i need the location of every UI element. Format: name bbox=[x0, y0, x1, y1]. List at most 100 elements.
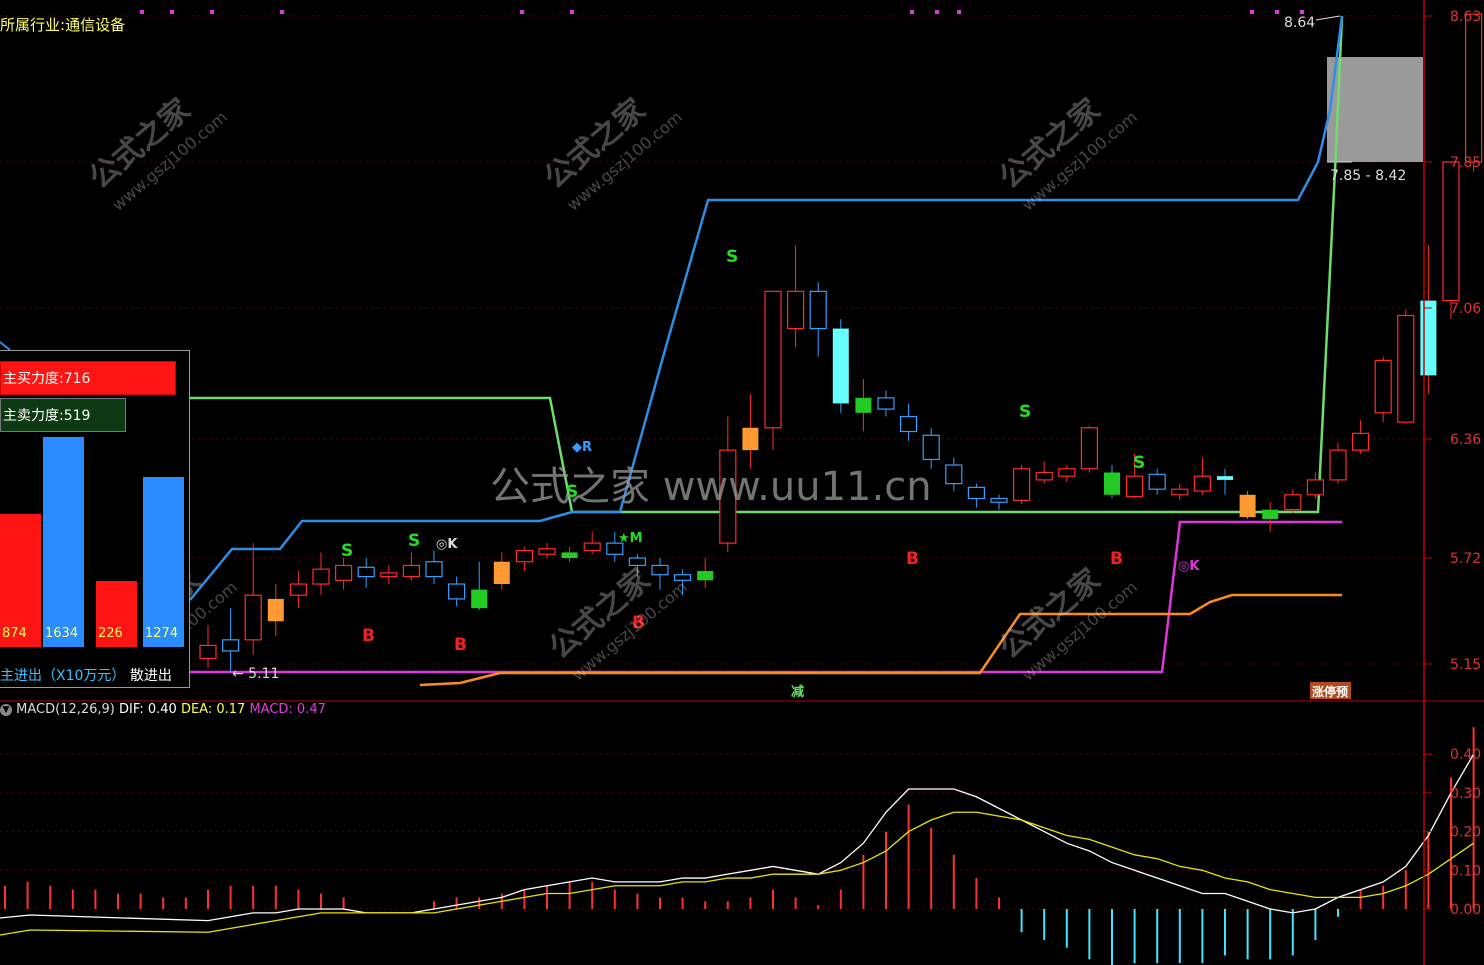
zhangting-tag: 涨停预 bbox=[1312, 684, 1348, 699]
macd-value: MACD: 0.47 bbox=[249, 702, 326, 717]
price-tick-label: 7.06 bbox=[1450, 301, 1481, 317]
candle-body bbox=[1125, 475, 1144, 498]
candle-body bbox=[1239, 494, 1256, 518]
flow-column-value: 226 bbox=[98, 626, 123, 641]
candle-body bbox=[832, 328, 849, 404]
grid bbox=[0, 15, 1484, 910]
candle-body bbox=[809, 290, 827, 330]
candle-body bbox=[583, 542, 601, 552]
candle-body bbox=[1148, 473, 1166, 490]
watermark: 公式之家www.gszj100.com bbox=[538, 92, 686, 214]
top-dot bbox=[520, 10, 524, 14]
candle-body bbox=[1397, 314, 1415, 423]
candle-body bbox=[448, 583, 466, 600]
candle-body bbox=[357, 566, 375, 578]
price-tick-label: 7.85 bbox=[1450, 155, 1481, 171]
industry-value: 通信设备 bbox=[65, 16, 126, 34]
top-dot bbox=[957, 10, 961, 14]
watermarks: 公式之家www.gszj100.com 公式之家www.gszj100.com 公式… bbox=[83, 92, 1141, 684]
chart-canvas: S SSSSSB BBB B◆R◎K ★M◎K减 涨停预8.64← 5.117.85 - … bbox=[0, 0, 1484, 965]
top-dot bbox=[1250, 10, 1254, 14]
candle-body bbox=[1262, 509, 1279, 519]
candle-body bbox=[1329, 449, 1347, 481]
candle-body bbox=[561, 552, 578, 558]
candle-body bbox=[1464, 13, 1483, 163]
flow-column bbox=[143, 477, 184, 647]
candle-body bbox=[945, 464, 963, 485]
sell-signal: S bbox=[1019, 402, 1031, 422]
candle-body bbox=[1442, 161, 1460, 302]
candle-body bbox=[786, 290, 805, 330]
sell-signal: S bbox=[341, 541, 353, 561]
price-range-box bbox=[1327, 57, 1423, 163]
candle-body bbox=[855, 397, 872, 413]
macd-tick-label: 0.10 bbox=[1450, 863, 1481, 879]
sell-signal: S bbox=[726, 247, 738, 267]
k-signal: ◎K bbox=[436, 537, 458, 552]
price-tick-label: 5.72 bbox=[1450, 551, 1481, 567]
top-dot bbox=[910, 10, 914, 14]
candle-body bbox=[1104, 472, 1120, 495]
price-tick-label: 6.36 bbox=[1450, 432, 1481, 448]
candle-body bbox=[402, 564, 420, 578]
dif-line bbox=[0, 753, 1475, 922]
flow-column-value: 1634 bbox=[45, 626, 79, 641]
candle-body bbox=[199, 644, 217, 660]
flow-label-main: 主进出（X10万元） bbox=[0, 668, 126, 684]
candle-body bbox=[425, 561, 443, 578]
sell-signal: S bbox=[408, 531, 420, 551]
candle-body bbox=[1374, 359, 1392, 414]
candle-body bbox=[244, 594, 262, 641]
buy-signal: B bbox=[362, 626, 375, 646]
price-tick-label: 8.63 bbox=[1450, 9, 1481, 25]
buy-signal: B bbox=[906, 549, 919, 569]
power-panel: 主买力度:716 主卖力度:519 874 1634 226 1274 主进出（X10… bbox=[0, 350, 190, 688]
industry-info: 所属行业:通信设备 bbox=[0, 14, 125, 35]
watermark: 公式之家www.gszj100.com bbox=[543, 562, 691, 684]
jian-tag: 减 bbox=[791, 684, 804, 700]
dea-value: DEA: 0.17 bbox=[180, 702, 246, 717]
candle-body bbox=[764, 290, 782, 429]
sell-power-bar: 主卖力度:519 bbox=[0, 398, 126, 432]
buy-signal: B bbox=[454, 635, 467, 655]
top-dot bbox=[935, 10, 939, 14]
blue-line-start bbox=[0, 341, 11, 351]
dif-value: DIF: 0.40 bbox=[119, 702, 177, 717]
candle-body bbox=[493, 561, 510, 585]
dea-line bbox=[0, 811, 1474, 936]
price-tick-label: 5.15 bbox=[1450, 657, 1481, 673]
sell-signal: S bbox=[1133, 453, 1145, 473]
candle-body bbox=[742, 427, 759, 451]
candle-body bbox=[697, 571, 714, 581]
watermark: 公式之家www.gszj100.com bbox=[83, 92, 231, 214]
candle-body bbox=[990, 497, 1008, 503]
candle-body bbox=[380, 572, 398, 578]
m-signal: ★M bbox=[618, 531, 643, 546]
candle-body bbox=[1012, 468, 1031, 501]
top-dot bbox=[280, 10, 284, 14]
green-channel-line bbox=[190, 15, 1344, 514]
industry-label: 所属行业: bbox=[0, 16, 66, 34]
candle-body bbox=[515, 549, 534, 563]
buy-power-bar: 主买力度:716 bbox=[0, 361, 176, 395]
macd-tick-label: 0.40 bbox=[1450, 747, 1481, 763]
candle-body bbox=[1284, 494, 1302, 511]
candle-body bbox=[1080, 427, 1099, 470]
candle-body bbox=[1217, 476, 1233, 480]
r-signal: ◆R bbox=[572, 440, 592, 455]
k-signal-magenta: ◎K bbox=[1178, 559, 1200, 574]
candle-body bbox=[1035, 471, 1053, 481]
candle-body bbox=[267, 598, 284, 622]
candle-body bbox=[1306, 479, 1325, 496]
candle-body bbox=[222, 639, 240, 652]
top-dot bbox=[140, 10, 144, 14]
price-range-box-rect bbox=[1327, 57, 1423, 162]
macd-tick-label: 0.30 bbox=[1450, 786, 1481, 802]
flow-label: 主进出（X10万元） 散进出 bbox=[0, 665, 172, 685]
candle-body bbox=[1171, 488, 1189, 496]
macd-header: ▼ MACD(12,26,9) DIF: 0.40 DEA: 0.17 MACD… bbox=[0, 702, 326, 720]
candle-body bbox=[877, 397, 895, 410]
collapse-icon[interactable]: ▼ bbox=[0, 703, 12, 716]
macd-tick-label: 0.00 bbox=[1450, 902, 1481, 918]
macd-tick-label: 0.20 bbox=[1450, 825, 1481, 841]
